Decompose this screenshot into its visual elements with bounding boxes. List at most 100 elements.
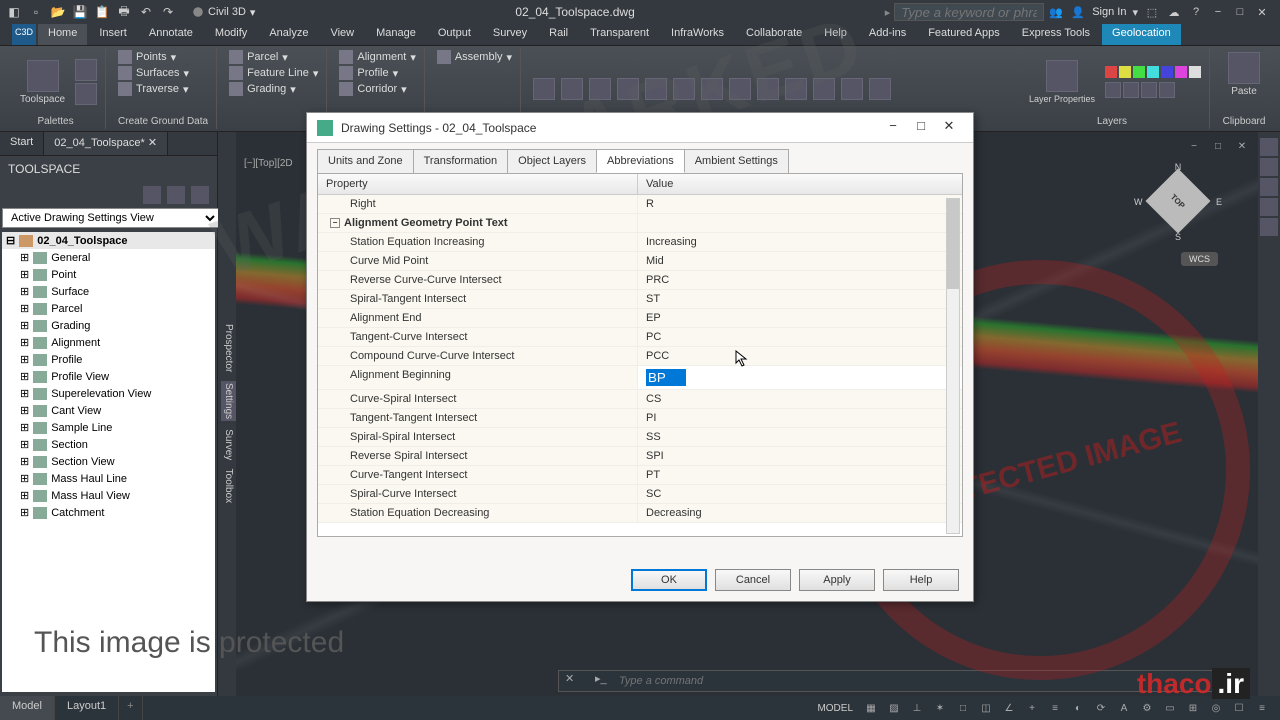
val-4[interactable]: EP: [638, 309, 962, 327]
alignment-dropdown[interactable]: Alignment ▾: [339, 50, 415, 64]
nav-orbit-icon[interactable]: [1260, 198, 1278, 216]
val-8[interactable]: CS: [638, 390, 962, 408]
nav-fullnav-icon[interactable]: [1260, 138, 1278, 156]
tab-start[interactable]: Start: [0, 132, 44, 155]
dialog-maximize-icon[interactable]: □: [907, 118, 935, 138]
val-5[interactable]: PC: [638, 328, 962, 346]
collapse-icon[interactable]: −: [330, 218, 340, 228]
ribbon-tab-geolocation[interactable]: Geolocation: [1102, 24, 1181, 45]
status-3dosnap-icon[interactable]: ◫: [976, 698, 996, 718]
prop-group[interactable]: −Alignment Geometry Point Text: [318, 214, 638, 232]
modify-tool-6[interactable]: [813, 78, 835, 100]
layout-model[interactable]: Model: [0, 696, 55, 720]
color-blue[interactable]: [1161, 66, 1173, 78]
status-otrack-icon[interactable]: ∠: [999, 698, 1019, 718]
prop-12[interactable]: Curve-Tangent Intersect: [318, 466, 638, 484]
toolspace-icon-2[interactable]: [167, 186, 185, 204]
status-units-icon[interactable]: ⊞: [1183, 698, 1203, 718]
tree-item-alignment[interactable]: ⊞Alignment: [2, 334, 215, 351]
new-icon[interactable]: ▫: [26, 2, 46, 22]
modify-tool-8[interactable]: [869, 78, 891, 100]
color-green[interactable]: [1133, 66, 1145, 78]
ribbon-tab-annotate[interactable]: Annotate: [139, 24, 203, 45]
paste-button[interactable]: Paste: [1222, 50, 1266, 99]
sidetab-survey[interactable]: Survey: [223, 430, 234, 461]
ribbon-tab-addins[interactable]: Add-ins: [859, 24, 916, 45]
ribbon-tab-manage[interactable]: Manage: [366, 24, 426, 45]
tree-item-sampleline[interactable]: ⊞Sample Line: [2, 419, 215, 436]
corridor-dropdown[interactable]: Corridor ▾: [339, 82, 415, 96]
modify-tool-7[interactable]: [841, 78, 863, 100]
status-cycling-icon[interactable]: ⟳: [1091, 698, 1111, 718]
val-3[interactable]: ST: [638, 290, 962, 308]
val-10[interactable]: SS: [638, 428, 962, 446]
tree-item-point[interactable]: ⊞Point: [2, 266, 215, 283]
settings-view-dropdown[interactable]: Active Drawing Settings View: [2, 208, 219, 228]
layer-tool-2[interactable]: [1123, 82, 1139, 98]
redo-icon[interactable]: ↷: [158, 2, 178, 22]
ribbon-tab-infraworks[interactable]: InfraWorks: [661, 24, 734, 45]
modify-tool-4[interactable]: [757, 78, 779, 100]
status-polar-icon[interactable]: ✶: [930, 698, 950, 718]
tree-item-sectionview[interactable]: ⊞Section View: [2, 453, 215, 470]
open-icon[interactable]: 📂: [48, 2, 68, 22]
val-right[interactable]: R: [638, 195, 962, 213]
ribbon-tab-modify[interactable]: Modify: [205, 24, 257, 45]
tree-item-profile[interactable]: ⊞Profile: [2, 351, 215, 368]
ribbon-tab-survey[interactable]: Survey: [483, 24, 537, 45]
saveas-icon[interactable]: 📋: [92, 2, 112, 22]
color-white[interactable]: [1189, 66, 1201, 78]
tab-document[interactable]: 02_04_Toolspace* ✕: [44, 132, 168, 155]
viewport-minimize-icon[interactable]: −: [1184, 136, 1204, 156]
tree-item-cantview[interactable]: ⊞Cant View: [2, 402, 215, 419]
draw-tool-3[interactable]: [589, 78, 611, 100]
dtab-transformation[interactable]: Transformation: [413, 149, 509, 173]
prop-6[interactable]: Compound Curve-Curve Intersect: [318, 347, 638, 365]
status-osnap-icon[interactable]: □: [953, 698, 973, 718]
draw-tool-5[interactable]: [645, 78, 667, 100]
prop-7[interactable]: Alignment Beginning: [318, 366, 638, 389]
dtab-units[interactable]: Units and Zone: [317, 149, 414, 173]
cloud-icon[interactable]: ☁: [1166, 4, 1182, 20]
sidetab-prospector[interactable]: Prospector: [223, 324, 234, 372]
layout-add[interactable]: +: [119, 696, 142, 720]
draw-tool-1[interactable]: [533, 78, 555, 100]
minimize-icon[interactable]: −: [1210, 4, 1226, 20]
save-icon[interactable]: 💾: [70, 2, 90, 22]
parcel-dropdown[interactable]: Parcel ▾: [229, 50, 318, 64]
status-isolate-icon[interactable]: ◎: [1206, 698, 1226, 718]
search-input[interactable]: [894, 3, 1044, 21]
prop-14[interactable]: Station Equation Decreasing: [318, 504, 638, 522]
color-red[interactable]: [1105, 66, 1117, 78]
status-grid-icon[interactable]: ▦: [861, 698, 881, 718]
modify-tool-2[interactable]: [701, 78, 723, 100]
nav-pan-icon[interactable]: [1260, 158, 1278, 176]
ribbon-tab-help[interactable]: Help: [814, 24, 857, 45]
prop-10[interactable]: Spiral-Spiral Intersect: [318, 428, 638, 446]
app-badge[interactable]: C3D: [12, 24, 36, 45]
ribbon-tab-express[interactable]: Express Tools: [1012, 24, 1100, 45]
wcs-indicator[interactable]: WCS: [1181, 252, 1218, 266]
tree-item-catchment[interactable]: ⊞Catchment: [2, 504, 215, 521]
points-dropdown[interactable]: Points ▾: [118, 50, 208, 64]
prop-4[interactable]: Alignment End: [318, 309, 638, 327]
prop-8[interactable]: Curve-Spiral Intersect: [318, 390, 638, 408]
modify-tool-5[interactable]: [785, 78, 807, 100]
color-cyan[interactable]: [1147, 66, 1159, 78]
sidetab-settings[interactable]: Settings: [221, 381, 236, 421]
draw-tool-2[interactable]: [561, 78, 583, 100]
traverse-dropdown[interactable]: Traverse ▾: [118, 82, 208, 96]
app-menu-icon[interactable]: ◧: [4, 2, 24, 22]
close-icon[interactable]: ✕: [1254, 4, 1270, 20]
tree-item-masshaul-line[interactable]: ⊞Mass Haul Line: [2, 470, 215, 487]
ribbon-tab-transparent[interactable]: Transparent: [580, 24, 659, 45]
featureline-dropdown[interactable]: Feature Line ▾: [229, 66, 318, 80]
toolspace-help-icon[interactable]: [191, 186, 209, 204]
profile-dropdown[interactable]: Profile ▾: [339, 66, 415, 80]
prop-2[interactable]: Reverse Curve-Curve Intersect: [318, 271, 638, 289]
maximize-icon[interactable]: □: [1232, 4, 1248, 20]
status-custom-icon[interactable]: ≡: [1252, 698, 1272, 718]
surfaces-dropdown[interactable]: Surfaces ▾: [118, 66, 208, 80]
toolspace-button[interactable]: Toolspace: [14, 58, 71, 107]
space-indicator[interactable]: MODEL: [809, 703, 861, 714]
